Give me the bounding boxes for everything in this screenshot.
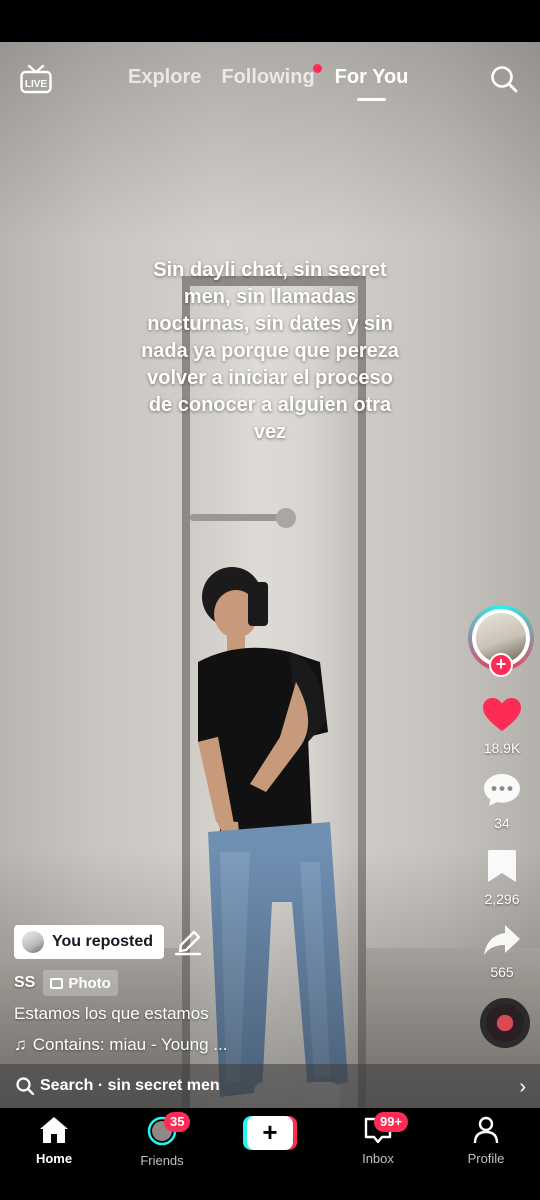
nav-profile[interactable]: Profile bbox=[436, 1116, 536, 1166]
search-query: sin secret men bbox=[107, 1077, 220, 1094]
photo-badge-label: Photo bbox=[68, 974, 111, 992]
inbox-badge: 99+ bbox=[374, 1112, 409, 1132]
like-count: 18.9K bbox=[483, 740, 521, 756]
feed-tabs: Explore Following For You bbox=[128, 64, 428, 101]
photo-overlay-text: Sin dayli chat, sin secret men, sin llam… bbox=[141, 259, 399, 443]
comment-button[interactable]: 34 bbox=[468, 772, 536, 831]
music-title: Contains: miau - Young ... bbox=[32, 1035, 228, 1054]
nav-home[interactable]: Home bbox=[4, 1116, 104, 1166]
nav-home-label: Home bbox=[35, 1151, 73, 1166]
music-note-icon: ♫ bbox=[14, 1035, 27, 1054]
related-search-text: Search · sin secret men bbox=[40, 1077, 220, 1094]
share-button[interactable]: 565 bbox=[468, 923, 536, 980]
tab-for-you[interactable]: For You bbox=[334, 66, 409, 101]
live-label: LIVE bbox=[25, 79, 48, 90]
search-icon bbox=[16, 1077, 34, 1095]
photo-type-badge: Photo bbox=[43, 970, 118, 996]
edit-pencil-icon[interactable] bbox=[172, 927, 204, 957]
mirror-rod bbox=[190, 514, 290, 521]
search-icon[interactable] bbox=[490, 65, 518, 93]
bookmark-icon bbox=[488, 850, 516, 882]
search-prefix: Search bbox=[40, 1077, 94, 1094]
post-caption: Estamos los que estamos bbox=[14, 1004, 209, 1023]
author-name[interactable]: SS bbox=[14, 974, 35, 992]
status-bar bbox=[0, 0, 540, 42]
share-count: 565 bbox=[490, 964, 514, 980]
follow-plus-button[interactable]: + bbox=[489, 653, 513, 677]
nav-profile-label: Profile bbox=[467, 1151, 505, 1166]
heart-icon bbox=[483, 698, 521, 731]
plus-icon: + bbox=[247, 1116, 293, 1150]
related-search-bar[interactable]: Search · sin secret men › bbox=[0, 1064, 540, 1108]
following-notification-dot bbox=[312, 64, 322, 73]
create-button[interactable]: + bbox=[243, 1116, 297, 1150]
tab-following-label: Following bbox=[221, 66, 315, 88]
comment-count: 34 bbox=[494, 815, 510, 831]
nav-friends[interactable]: Friends bbox=[112, 1116, 212, 1168]
photo-icon bbox=[50, 977, 64, 989]
home-icon bbox=[40, 1117, 68, 1143]
music-info[interactable]: ♫ Contains: miau - Young ... bbox=[14, 1035, 227, 1055]
friends-badge: 35 bbox=[164, 1112, 191, 1132]
creator-avatar[interactable]: + bbox=[468, 605, 534, 677]
chevron-right-icon: › bbox=[519, 1076, 526, 1098]
reposter-avatar bbox=[22, 931, 44, 953]
live-icon[interactable]: LIVE bbox=[20, 64, 52, 94]
tab-following[interactable]: Following bbox=[221, 64, 322, 89]
music-disc[interactable] bbox=[480, 998, 530, 1048]
reposted-badge[interactable]: You reposted bbox=[14, 925, 164, 959]
nav-friends-label: Friends bbox=[140, 1153, 184, 1168]
active-tab-underline bbox=[356, 98, 387, 101]
repost-label: You reposted bbox=[52, 933, 154, 950]
tab-explore[interactable]: Explore bbox=[128, 66, 201, 89]
save-count: 2,296 bbox=[484, 891, 520, 907]
tab-for-you-label: For You bbox=[334, 66, 409, 88]
nav-inbox-label: Inbox bbox=[362, 1151, 394, 1166]
like-button[interactable]: 18.9K bbox=[468, 697, 536, 756]
author-row: SS Photo bbox=[14, 970, 118, 996]
save-button[interactable]: 2,296 bbox=[468, 848, 536, 907]
comment-icon bbox=[484, 774, 520, 806]
tab-explore-label: Explore bbox=[128, 66, 202, 88]
profile-icon bbox=[473, 1116, 499, 1144]
share-icon bbox=[484, 925, 520, 955]
top-nav: LIVE Explore Following For You bbox=[0, 56, 540, 106]
